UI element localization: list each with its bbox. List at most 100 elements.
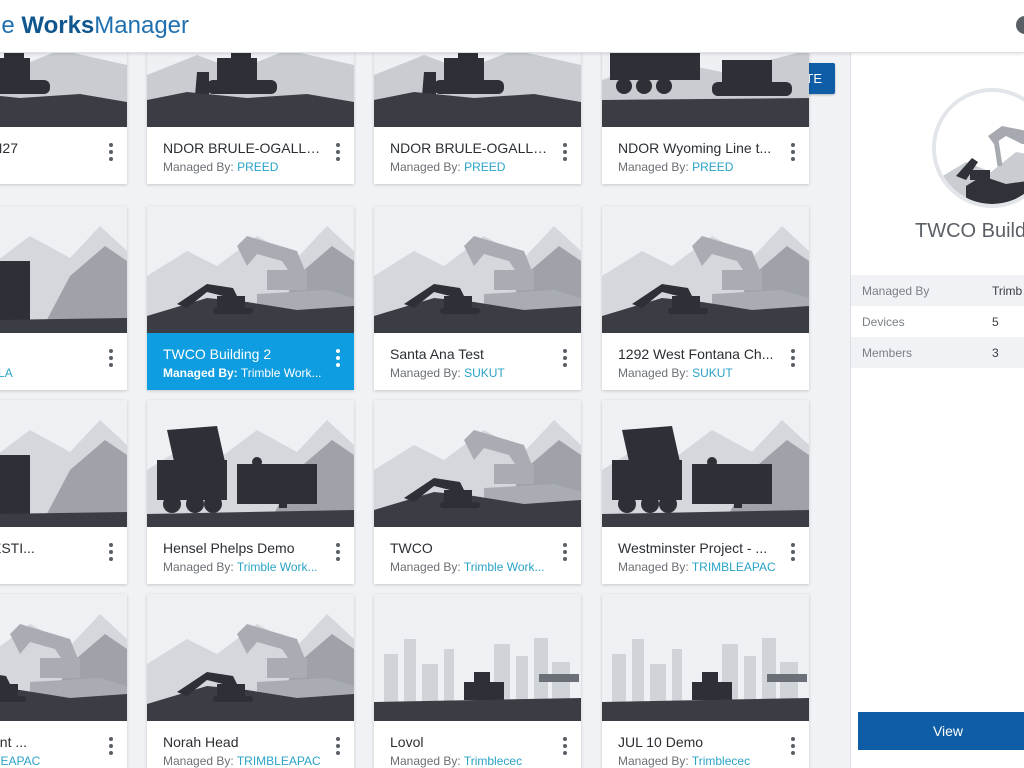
card-info: Santa Ana Test Managed By: SUKUT	[374, 333, 581, 390]
more-vert-icon[interactable]	[788, 543, 798, 565]
prop-value: 5	[992, 315, 999, 329]
prop-label: Members	[862, 346, 913, 360]
more-vert-icon[interactable]	[333, 737, 343, 759]
managed-by: By: TRIMBLEAPAC	[0, 754, 98, 768]
project-name: NDOR Wyoming Line t...	[618, 140, 772, 156]
more-vert-icon[interactable]	[333, 543, 343, 565]
project-image	[602, 53, 809, 127]
brand-works: Works	[21, 12, 95, 39]
project-name: Hensel Phelps Demo	[163, 540, 295, 556]
managed-by-label: Managed By:	[390, 366, 461, 380]
manager-name: TRIMBLEAPAC	[0, 754, 41, 768]
project-card[interactable]: APPELL N27 By: PREED	[0, 53, 127, 184]
more-vert-icon[interactable]	[560, 737, 570, 759]
project-card[interactable]: 1292 West Fontana Ch... Managed By: SUKUT	[602, 206, 809, 390]
project-card[interactable]: Westminster Project - ... Managed By: TRI…	[602, 400, 809, 584]
project-card[interactable]: tomer Event ... By: TRIMBLEAPAC	[0, 594, 127, 768]
project-card[interactable]: Lovol Managed By: Trimblecec	[374, 594, 581, 768]
view-button[interactable]: View	[858, 712, 1024, 750]
project-name: Lovol	[390, 734, 424, 750]
managed-by-label: Managed By:	[618, 160, 689, 174]
project-card[interactable]: Norah Head Managed By: TRIMBLEAPAC	[147, 594, 354, 768]
card-info: TWCO Managed By: Trimble Work...	[374, 527, 581, 584]
managed-by: By: KIEWITLA	[0, 366, 98, 380]
manager-name: Trimble Work...	[236, 560, 318, 574]
more-vert-icon[interactable]	[560, 349, 570, 371]
app-logo[interactable]: le WorksManager	[0, 12, 189, 40]
card-info: NDOR BRULE-OGALLA... Managed By: PREED	[147, 127, 354, 184]
more-vert-icon[interactable]	[333, 349, 343, 371]
project-card[interactable]: JUL 10 Demo Managed By: Trimblecec	[602, 594, 809, 768]
project-name: TWCO	[390, 540, 433, 556]
card-info: tomer Event ... By: TRIMBLEAPAC	[0, 721, 127, 768]
project-name: NDOR BRULE-OGALLA...	[390, 140, 552, 156]
prop-value: 3	[992, 346, 999, 360]
card-info: APPELL N27 By: PREED	[0, 127, 127, 184]
project-image	[147, 400, 354, 527]
project-name: APPELL N27	[0, 140, 18, 156]
project-card[interactable]: Olivos -TESTI... By: SUKUT	[0, 400, 127, 584]
managed-by-label: Managed By:	[163, 560, 234, 574]
managed-by-label: Managed By:	[618, 754, 689, 768]
managed-by: Managed By: SUKUT	[618, 366, 780, 380]
prop-value: Trimb	[992, 284, 1023, 298]
prop-label: Devices	[862, 315, 905, 329]
card-info: est) By: KIEWITLA	[0, 333, 127, 390]
project-image	[374, 400, 581, 527]
project-name: NDOR BRULE-OGALLA...	[163, 140, 325, 156]
project-card[interactable]: Santa Ana Test Managed By: SUKUT	[374, 206, 581, 390]
manager-name: Trimblecec	[463, 754, 523, 768]
card-info: TWCO Building 2 Managed By: Trimble Work.…	[147, 333, 354, 390]
card-info: Lovol Managed By: Trimblecec	[374, 721, 581, 768]
card-info: NDOR Wyoming Line t... Managed By: PREED	[602, 127, 809, 184]
managed-by-label: Managed By:	[618, 560, 689, 574]
project-image	[0, 206, 127, 333]
project-image	[374, 594, 581, 721]
brand-prefix: le	[0, 12, 15, 39]
project-name: JUL 10 Demo	[618, 734, 704, 750]
more-vert-icon[interactable]	[106, 543, 116, 565]
more-vert-icon[interactable]	[560, 143, 570, 165]
card-info: JUL 10 Demo Managed By: Trimblecec	[602, 721, 809, 768]
project-card[interactable]: Hensel Phelps Demo Managed By: Trimble Wo…	[147, 400, 354, 584]
manager-name: Trimble Work...	[240, 366, 322, 380]
more-vert-icon[interactable]	[560, 543, 570, 565]
more-vert-icon[interactable]	[106, 737, 116, 759]
user-menu-icon[interactable]	[1016, 16, 1024, 34]
project-image	[374, 206, 581, 333]
project-card[interactable]: NDOR BRULE-OGALLA... Managed By: PREED	[147, 53, 354, 184]
manager-name: SUKUT	[464, 366, 505, 380]
manager-name: TRIMBLEAPAC	[691, 560, 776, 574]
managed-by-label: Managed By:	[163, 160, 234, 174]
managed-by-label: Managed By:	[163, 754, 234, 768]
managed-by: Managed By: Trimble Work...	[163, 366, 325, 380]
project-card[interactable]: TWCO Building 2 Managed By: Trimble Work.…	[147, 206, 354, 390]
managed-by: By: PREED	[0, 160, 98, 174]
managed-by: Managed By: Trimblecec	[618, 754, 780, 768]
project-card[interactable]: TWCO Managed By: Trimble Work...	[374, 400, 581, 584]
more-vert-icon[interactable]	[788, 737, 798, 759]
project-name: Santa Ana Test	[390, 346, 484, 362]
project-card[interactable]: NDOR Wyoming Line t... Managed By: PREED	[602, 53, 809, 184]
project-card[interactable]: est) By: KIEWITLA	[0, 206, 127, 390]
managed-by-label: Managed By:	[390, 754, 461, 768]
manager-name: PREED	[237, 160, 279, 174]
more-vert-icon[interactable]	[333, 143, 343, 165]
managed-by-label: Managed By:	[390, 160, 461, 174]
more-vert-icon[interactable]	[788, 143, 798, 165]
manager-name: KIEWITLA	[0, 366, 13, 380]
project-image	[0, 53, 127, 127]
managed-by-label: Managed By:	[163, 366, 238, 380]
card-info: NDOR BRULE-OGALLA... Managed By: PREED	[374, 127, 581, 184]
project-name: Norah Head	[163, 734, 239, 750]
brand-manager: Manager	[94, 12, 190, 39]
more-vert-icon[interactable]	[106, 143, 116, 165]
project-image	[602, 206, 809, 333]
managed-by-label: Managed By:	[618, 366, 689, 380]
project-image	[147, 594, 354, 721]
managed-by: Managed By: Trimblecec	[390, 754, 552, 768]
project-card[interactable]: NDOR BRULE-OGALLA... Managed By: PREED	[374, 53, 581, 184]
card-info: 1292 West Fontana Ch... Managed By: SUKUT	[602, 333, 809, 390]
more-vert-icon[interactable]	[106, 349, 116, 371]
more-vert-icon[interactable]	[788, 349, 798, 371]
